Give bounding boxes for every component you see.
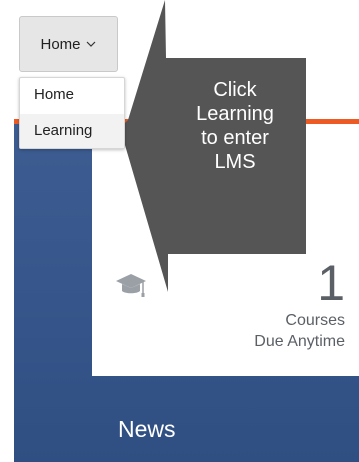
courses-label-line: Courses: [285, 312, 345, 329]
home-button-label: Home: [40, 35, 81, 53]
screen: 1 Courses Due Anytime News Click Learnin…: [0, 0, 359, 462]
home-dropdown-menu: Home Learning: [19, 77, 125, 149]
menu-item-home[interactable]: Home: [20, 78, 124, 112]
menu-item-learning[interactable]: Learning: [20, 114, 124, 148]
callout-line: Click: [213, 79, 257, 101]
callout-line: LMS: [214, 151, 256, 173]
courses-label-line: Due Anytime: [254, 333, 345, 350]
chevron-down-icon: [86, 41, 95, 47]
news-heading: News: [118, 416, 176, 442]
courses-label: Courses Due Anytime: [165, 310, 345, 352]
callout-text: Click Learning to enter LMS: [168, 78, 302, 174]
courses-count: 1: [317, 255, 345, 311]
home-dropdown-button[interactable]: Home: [19, 16, 118, 72]
callout-line: to enter: [201, 127, 269, 149]
graduation-cap-icon: [116, 274, 146, 297]
callout-line: Learning: [196, 103, 274, 125]
